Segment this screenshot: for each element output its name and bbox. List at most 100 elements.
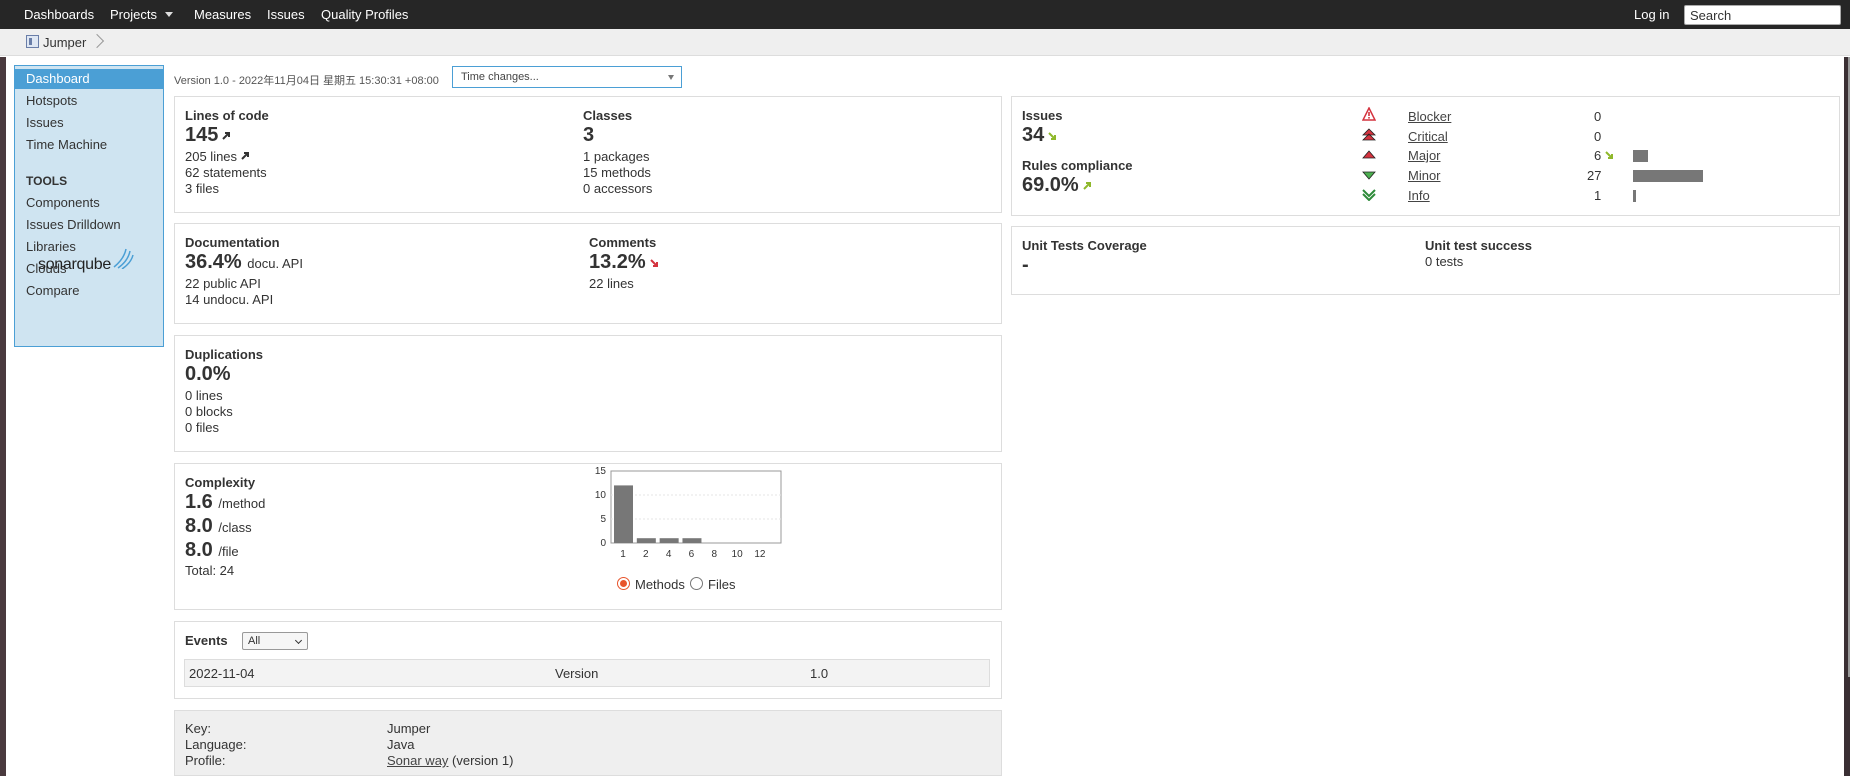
- severity-link-blocker[interactable]: Blocker: [1408, 109, 1451, 124]
- language-value: Java: [387, 737, 415, 752]
- severity-count-major: 6: [1594, 148, 1602, 163]
- chart-y-tick-label: 10: [595, 490, 607, 501]
- methods-radio[interactable]: [617, 577, 630, 590]
- event-type: Version: [555, 666, 599, 681]
- severity-link-critical[interactable]: Critical: [1408, 129, 1448, 144]
- loc-title: Lines of code: [185, 108, 269, 123]
- chevron-down-icon: [294, 636, 303, 645]
- trend-up-good-icon: [1083, 182, 1091, 190]
- loc-number: 145: [185, 124, 219, 146]
- chart-bar: [636, 538, 656, 543]
- duplications-blocks: 0 blocks: [185, 404, 233, 419]
- events-filter-value: All: [248, 635, 261, 647]
- severity-link-minor[interactable]: Minor: [1408, 168, 1441, 183]
- sidebar-item-compare[interactable]: Compare: [15, 281, 163, 301]
- chart-x-tick-label: 6: [689, 549, 695, 560]
- events-title: Events: [185, 633, 228, 648]
- files-radio-label: Files: [708, 577, 736, 592]
- duplications-value: 0.0%: [185, 363, 231, 385]
- severity-count-info: 1: [1594, 188, 1602, 203]
- profile-link[interactable]: Sonar way: [387, 753, 448, 768]
- time-changes-label: Time changes...: [461, 71, 539, 83]
- rules-compliance-title: Rules compliance: [1022, 158, 1133, 173]
- chart-x-tick-label: 8: [712, 549, 718, 560]
- nav-dashboards[interactable]: Dashboards: [24, 7, 94, 22]
- trend-up-neutral-icon: [222, 132, 231, 140]
- chart-x-tick-label: 10: [732, 549, 744, 560]
- severity-bar-minor: [1633, 170, 1703, 182]
- sidebar-item-components[interactable]: Components: [15, 193, 163, 213]
- loc-value: 145: [185, 124, 231, 147]
- complexity-per-method: 1.6 /method: [185, 491, 265, 514]
- sidebar-item-time-machine[interactable]: Time Machine: [15, 135, 163, 155]
- breadcrumb-project[interactable]: Jumper: [43, 35, 86, 50]
- window-edge-left: [0, 57, 6, 776]
- nav-issues[interactable]: Issues: [267, 7, 305, 22]
- chevron-down-icon: [164, 12, 173, 17]
- critical-icon: [1362, 128, 1376, 141]
- sidebar-item-issues-drilldown[interactable]: Issues Drilldown: [15, 215, 163, 235]
- time-changes-select[interactable]: Time changes...: [452, 66, 682, 88]
- table-row: 2022-11-04 Version 1.0: [184, 659, 990, 687]
- complexity-per-class: 8.0 /class: [185, 515, 252, 538]
- sidebar-item-hotspots[interactable]: Hotspots: [15, 91, 163, 111]
- severity-link-major[interactable]: Major: [1408, 148, 1441, 163]
- sonar-waves-icon: [113, 248, 134, 269]
- nav-quality-profiles[interactable]: Quality Profiles: [321, 7, 408, 22]
- sidebar-item-issues[interactable]: Issues: [15, 113, 163, 133]
- trend-down-bad-icon: [650, 259, 658, 267]
- complexity-title: Complexity: [185, 475, 256, 490]
- test-success-title: Unit test success: [1425, 238, 1532, 253]
- profile-value: Sonar way (version 1): [387, 753, 513, 768]
- size-widget: Lines of code 145 205 lines 62 statement…: [174, 96, 1002, 213]
- dropdown-arrow-icon: [668, 75, 674, 80]
- files-radio[interactable]: [690, 577, 703, 590]
- issues-value: 34: [1022, 124, 1057, 147]
- documentation-value: 36.4% docu. API: [185, 251, 303, 274]
- nav-projects[interactable]: Projects: [110, 7, 173, 22]
- methods-radio-label: Methods: [635, 577, 685, 592]
- loc-lines-text: 205 lines: [185, 149, 238, 164]
- sidebar-item-dashboard[interactable]: Dashboard: [15, 69, 163, 89]
- documentation-widget: Documentation 36.4% docu. API 22 public …: [174, 223, 1002, 324]
- login-link[interactable]: Log in: [1634, 7, 1669, 22]
- project-icon: [26, 35, 39, 48]
- complexity-per-method-value: 1.6: [185, 491, 213, 513]
- duplications-widget: Duplications 0.0% 0 lines 0 blocks 0 fil…: [174, 335, 1002, 452]
- event-name: 1.0: [810, 666, 829, 681]
- events-filter-select[interactable]: All: [242, 632, 308, 650]
- profile-label: Profile:: [185, 753, 226, 768]
- duplications-files: 0 files: [185, 420, 219, 435]
- severity-count-blocker: 0: [1594, 109, 1602, 124]
- event-date: 2022-11-04: [189, 666, 255, 681]
- major-icon: [1362, 150, 1376, 159]
- complexity-per-file-unit: /file: [218, 544, 239, 559]
- language-label: Language:: [185, 737, 247, 752]
- comments-value: 13.2%: [589, 251, 659, 274]
- nav-projects-label: Projects: [110, 7, 157, 22]
- nav-measures[interactable]: Measures: [194, 7, 251, 22]
- chart-y-tick-label: 0: [600, 538, 606, 549]
- breadcrumb: Jumper: [0, 29, 1850, 56]
- documentation-number: 36.4%: [185, 251, 242, 273]
- documentation-title: Documentation: [185, 235, 280, 250]
- version-line: Version 1.0 - 2022年11月04日 星期五 15:30:31 +…: [174, 75, 439, 87]
- documentation-public-api: 22 public API: [185, 276, 261, 291]
- chart-bar: [614, 485, 633, 543]
- comments-number: 13.2%: [589, 251, 646, 273]
- search-input[interactable]: [1684, 5, 1841, 25]
- trend-down-good-icon: [1605, 151, 1613, 159]
- unit-tests-widget: Unit Tests Coverage - Unit test success …: [1011, 226, 1840, 295]
- severity-bar-major: [1633, 150, 1648, 162]
- severity-link-info[interactable]: Info: [1408, 188, 1430, 203]
- documentation-undocu-api: 14 undocu. API: [185, 292, 274, 307]
- duplications-lines: 0 lines: [185, 388, 223, 403]
- severity-bar-info: [1633, 190, 1636, 202]
- coverage-value: -: [1022, 254, 1029, 276]
- classes-value: 3: [583, 124, 595, 146]
- complexity-per-class-unit: /class: [218, 520, 252, 535]
- severity-count-minor: 27: [1587, 168, 1602, 183]
- complexity-distribution-chart: 0510151 2 4 6 8 10 12: [595, 466, 782, 560]
- complexity-per-class-value: 8.0: [185, 515, 213, 537]
- issues-widget: Issues 34 Rules compliance 69.0% Blocker…: [1011, 96, 1840, 216]
